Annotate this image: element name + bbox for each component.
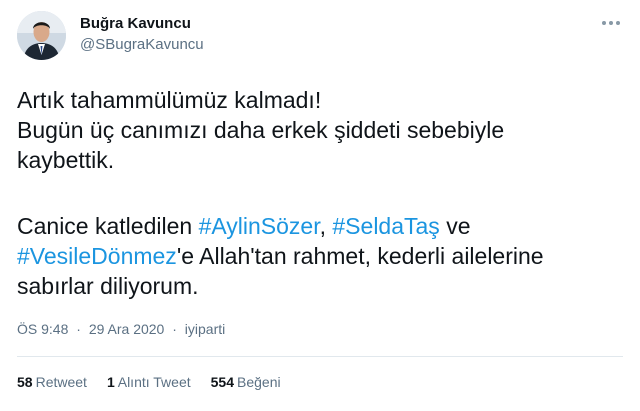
more-options-icon[interactable] <box>600 17 622 29</box>
like-label: Beğeni <box>237 374 281 390</box>
avatar-photo <box>17 11 66 60</box>
tweet-text-fragment: Canice katledilen <box>17 213 199 239</box>
tweet-time[interactable]: ÖS 9:48 <box>17 321 68 337</box>
tweet-text-fragment: 'e Allah'tan rahmet, kederli ailelerine <box>176 243 544 269</box>
tweet-paragraph-break <box>17 175 617 211</box>
retweet-label: Retweet <box>35 374 87 390</box>
divider <box>17 356 623 357</box>
tweet-line: Bugün üç canımızı daha erkek şiddeti seb… <box>17 117 505 143</box>
quote-tweet-count: 1 <box>106 374 115 390</box>
tweet-metadata: ÖS 9:48 · 29 Ara 2020 · iyiparti <box>17 321 229 337</box>
hashtag-link[interactable]: #SeldaTaş <box>332 213 439 239</box>
avatar[interactable] <box>17 11 66 60</box>
tweet-text-fragment: ve <box>439 213 471 239</box>
quote-tweet-stat[interactable]: 1 Alıntı Tweet <box>107 374 191 390</box>
tweet-line: #VesileDönmez'e Allah'tan rahmet, kederl… <box>17 241 617 271</box>
tweet-text: Artık tahammülümüz kalmadı! Bugün üç can… <box>17 85 617 301</box>
meta-separator: · <box>76 321 81 337</box>
author-name[interactable]: Buğra Kavuncu <box>80 15 191 32</box>
tweet-stats: 58 Retweet 1 Alıntı Tweet 554 Beğeni <box>17 374 281 390</box>
like-count: 554 <box>210 374 234 390</box>
hashtag-link[interactable]: #VesileDönmez <box>17 243 177 269</box>
tweet-date[interactable]: 29 Ara 2020 <box>89 321 165 337</box>
retweet-count: 58 <box>17 374 33 390</box>
meta-separator: · <box>172 321 177 337</box>
quote-tweet-label: Alıntı Tweet <box>117 374 191 390</box>
like-stat[interactable]: 554 Beğeni <box>211 374 281 390</box>
tweet-line: Artık tahammülümüz kalmadı! <box>17 87 322 113</box>
tweet-text-fragment: , <box>319 213 333 239</box>
tweet-line: Canice katledilen #AylinSözer, #SeldaTaş… <box>17 211 617 241</box>
hashtag-link[interactable]: #AylinSözer <box>199 213 320 239</box>
retweet-stat[interactable]: 58 Retweet <box>17 374 87 390</box>
tweet-source[interactable]: iyiparti <box>185 321 225 337</box>
tweet-line: kaybettik. <box>17 147 115 173</box>
author-handle[interactable]: @SBugraKavuncu <box>80 36 204 53</box>
tweet-line: sabırlar diliyorum. <box>17 273 199 299</box>
tweet-card: Buğra Kavuncu @SBugraKavuncu Artık taham… <box>0 0 640 411</box>
